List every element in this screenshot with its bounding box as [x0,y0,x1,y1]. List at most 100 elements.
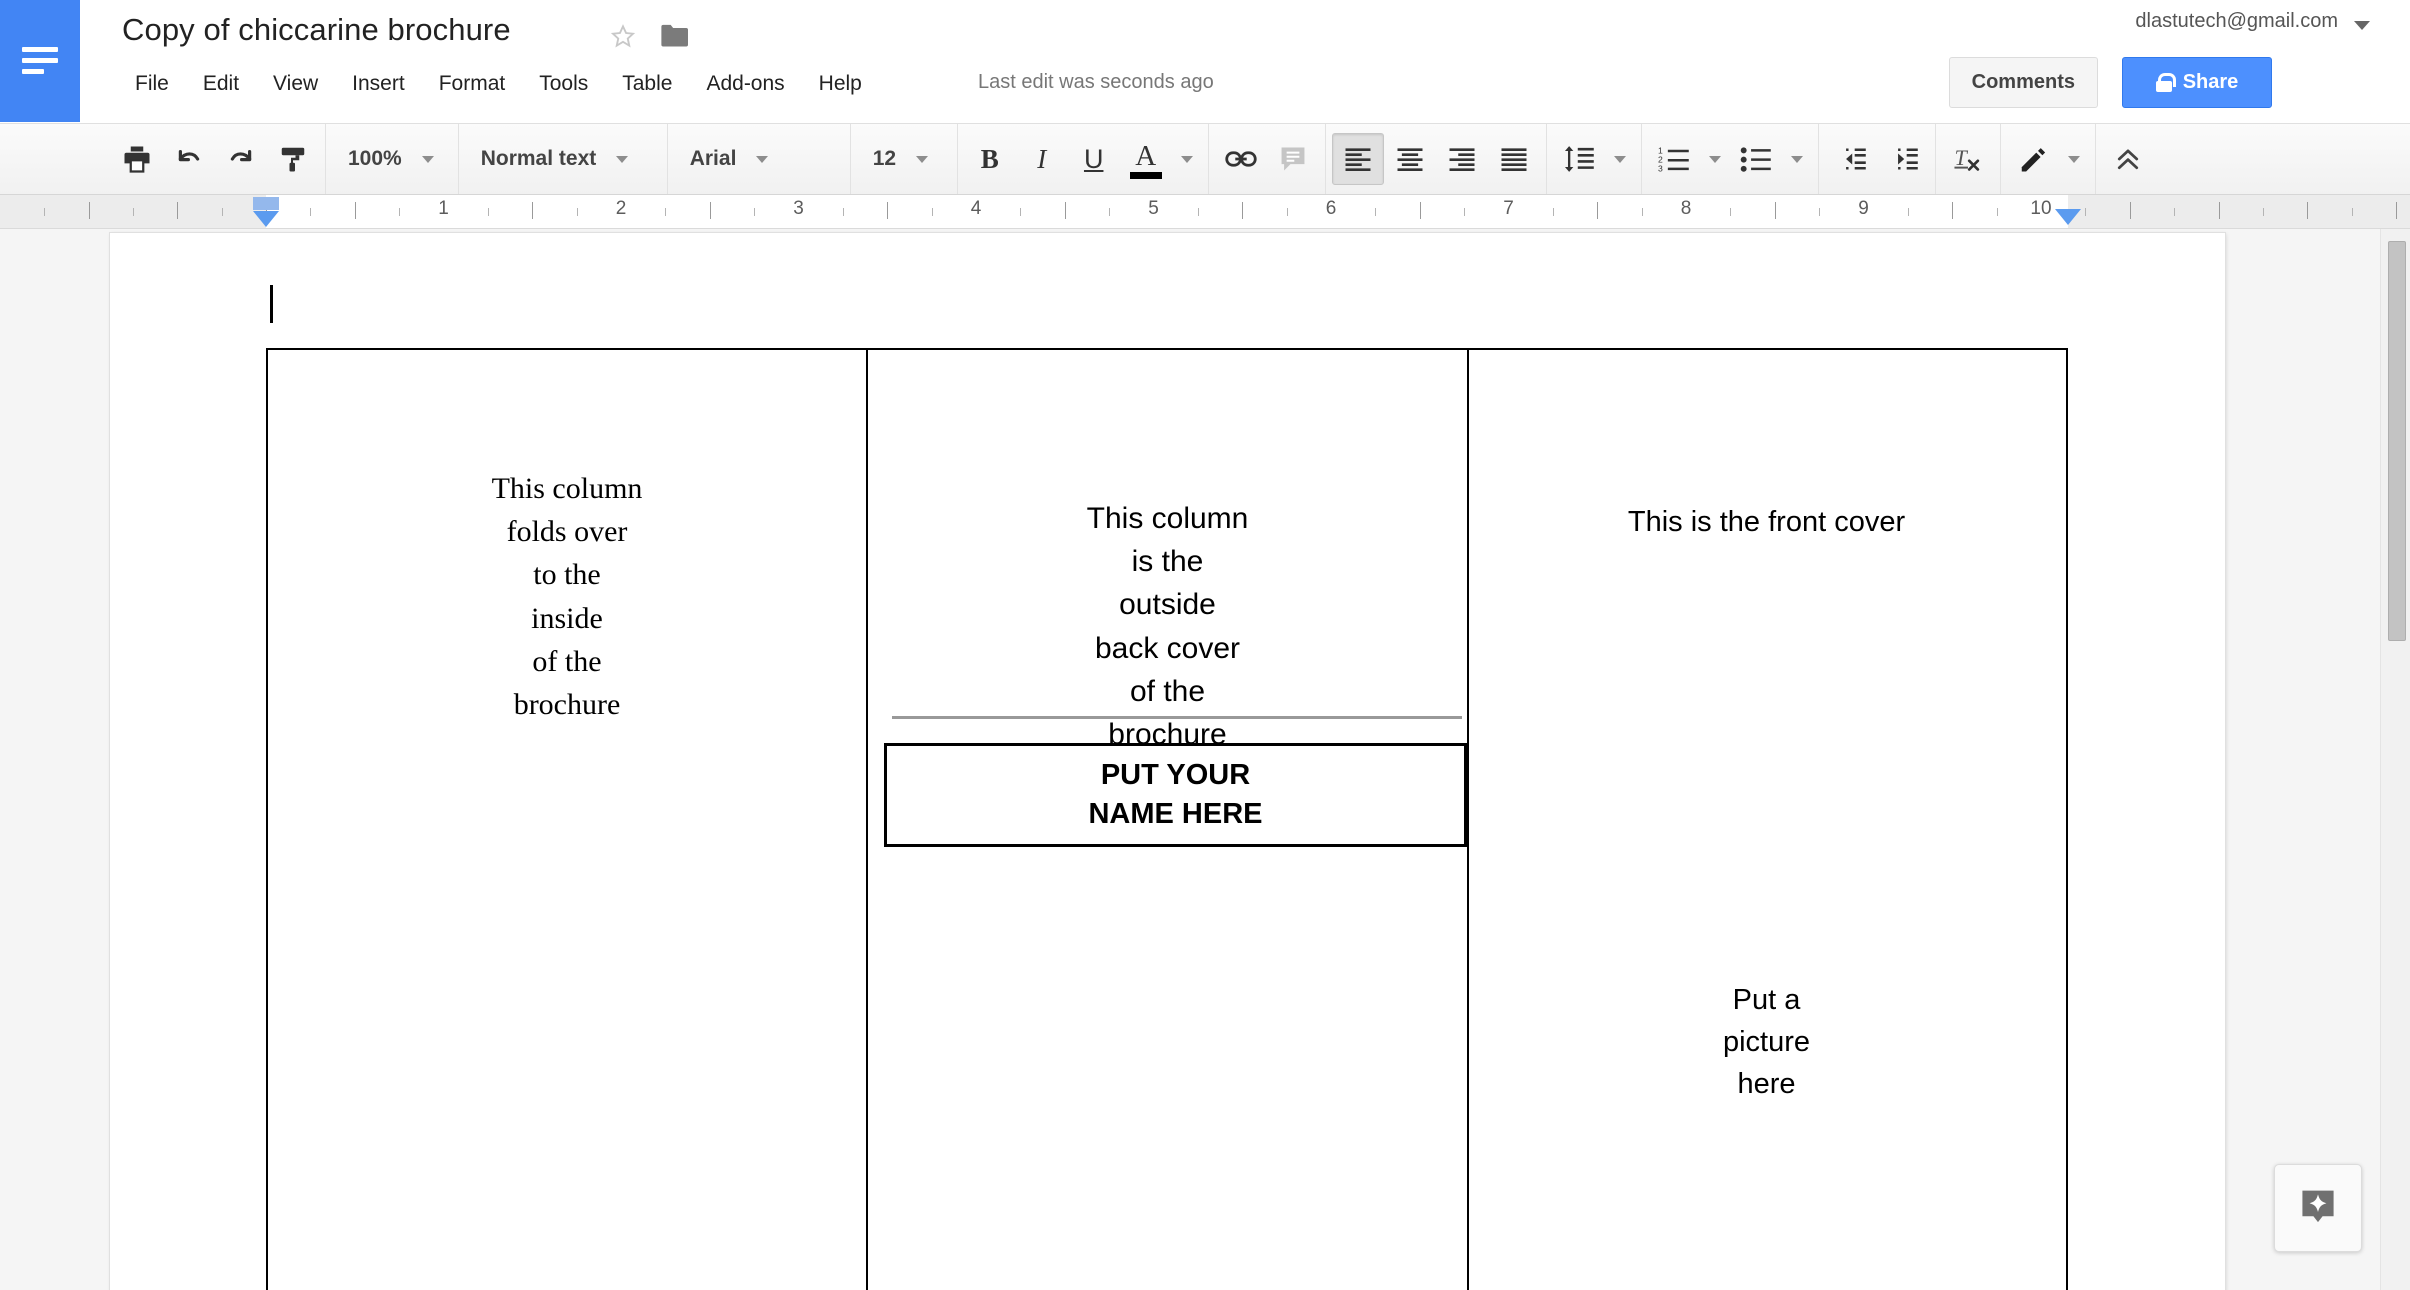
back-cover-line-2: is the [1131,545,1204,579]
ruler-tick [2351,208,2353,216]
font-size-select[interactable]: 12 [857,133,951,185]
ruler-tick [1730,208,1732,216]
toolbar-group-hide-menus [2096,124,2160,194]
menu-format[interactable]: Format [422,68,523,100]
menu-help[interactable]: Help [802,68,879,100]
ruler-tick [221,208,223,216]
undo-icon[interactable] [163,133,215,185]
chevron-down-icon[interactable] [1708,155,1721,163]
ruler-tick [1597,202,1599,219]
fold-over-line-5: of the [532,644,602,678]
brochure-table[interactable]: This column folds over to the inside of … [266,348,2068,1290]
add-comment-icon[interactable] [1267,133,1319,185]
menu-view[interactable]: View [256,68,335,100]
vertical-scrollbar[interactable] [2380,229,2410,1290]
ruler-tick [576,208,578,216]
line-spacing-icon[interactable] [1553,133,1605,185]
align-right-icon[interactable] [1436,133,1488,185]
align-center-icon[interactable] [1384,133,1436,185]
menu-addons[interactable]: Add-ons [689,68,801,100]
fold-over-line-4: inside [531,601,603,635]
document-canvas[interactable]: This column folds over to the inside of … [0,229,2410,1290]
ruler-tick [2396,202,2397,219]
chevron-down-icon[interactable] [1613,155,1626,163]
docs-home-logo[interactable] [0,0,80,122]
chevron-down-icon[interactable] [2067,155,2080,163]
print-icon[interactable] [111,133,163,185]
italic-button[interactable]: I [1016,133,1068,185]
menu-tools[interactable]: Tools [522,68,605,100]
bold-label: B [980,143,999,174]
ruler-ticks: 1 2 3 4 5 6 7 8 9 10 [0,195,2410,228]
text-color-button[interactable]: A [1120,133,1172,185]
brochure-column-front-cover[interactable]: This is the front cover Put a picture he… [1469,350,2064,1290]
text-cursor [270,285,273,323]
zoom-select[interactable]: 100% [332,133,452,185]
increase-indent-icon[interactable] [1877,133,1929,185]
ruler-tick [2174,208,2176,216]
clear-formatting-icon[interactable]: T [1942,133,1994,185]
font-family-select[interactable]: Arial [674,133,844,185]
fold-over-line-2: folds over [506,515,628,549]
ruler-tick [132,208,134,216]
ruler-tick [1242,202,1244,219]
chevron-down-icon[interactable] [1180,155,1193,163]
menu-insert[interactable]: Insert [335,68,422,100]
front-cover-title[interactable]: This is the front cover [1469,502,2064,544]
page-title[interactable]: Copy of chiccarine brochure [122,12,511,48]
pencil-icon[interactable] [2007,133,2059,185]
toolbar-group-font: Arial [668,124,851,194]
ruler-tick [665,208,667,216]
star-outline-icon[interactable] [608,22,638,52]
chevron-double-up-icon[interactable] [2102,133,2154,185]
paragraph-style-select[interactable]: Normal text [465,133,661,185]
name-placeholder-line-2: NAME HERE [1088,798,1263,830]
name-placeholder-box[interactable]: PUT YOUR NAME HERE [884,743,1467,847]
document-page[interactable]: This column folds over to the inside of … [110,233,2225,1290]
bold-button[interactable]: B [964,133,1016,185]
comments-button[interactable]: Comments [1948,57,2098,108]
ruler-tick [354,202,356,219]
ruler-number-7: 7 [1503,198,1514,219]
link-icon[interactable] [1215,133,1267,185]
ruler-number-3: 3 [793,198,804,219]
horizontal-ruler[interactable]: 1 2 3 4 5 6 7 8 9 10 [0,195,2410,229]
picture-placeholder-text[interactable]: Put a picture here [1469,980,2064,1105]
redo-icon[interactable] [215,133,267,185]
share-button[interactable]: Share [2122,57,2272,108]
ruler-tick [1952,202,1954,219]
numbered-list-icon[interactable]: 1 2 3 [1648,133,1700,185]
toolbar-group-actions [105,124,326,194]
brochure-column-back-cover[interactable]: This column is the outside back cover of… [868,350,1469,1290]
last-edit-status[interactable]: Last edit was seconds ago [978,71,1214,94]
account-email[interactable]: dlastutech@gmail.com [2135,10,2338,33]
align-left-icon[interactable] [1331,133,1384,185]
ruler-tick [310,208,312,216]
chevron-down-icon[interactable] [2354,21,2370,30]
menu-edit[interactable]: Edit [186,68,256,100]
ruler-tick [754,208,756,216]
toolbar-group-zoom: 100% [326,124,459,194]
paragraph-style-value: Normal text [480,147,597,170]
vertical-scroll-thumb[interactable] [2388,241,2406,641]
explore-button[interactable] [2274,1164,2362,1252]
ruler-number-5: 5 [1148,198,1159,219]
font-family-value: Arial [689,147,737,170]
back-cover-line-5: of the [1129,674,1206,708]
right-indent-marker[interactable] [2055,209,2081,225]
fold-over-text[interactable]: This column folds over to the inside of … [268,467,866,726]
align-justify-icon[interactable] [1488,133,1540,185]
menu-file[interactable]: File [118,68,186,100]
paint-roller-icon[interactable] [267,133,319,185]
bulleted-list-icon[interactable] [1730,133,1782,185]
underline-button[interactable]: U [1068,133,1120,185]
picture-placeholder-line-3: here [1737,1067,1796,1100]
ruler-number-2: 2 [615,198,627,219]
brochure-column-fold-over[interactable]: This column folds over to the inside of … [268,350,868,1290]
ruler-number-4: 4 [970,198,982,219]
menu-table[interactable]: Table [605,68,689,100]
folder-icon[interactable] [660,23,690,49]
toolbar-group-text-format: B I U A [958,124,1209,194]
decrease-indent-icon[interactable] [1825,133,1877,185]
chevron-down-icon[interactable] [1790,155,1803,163]
